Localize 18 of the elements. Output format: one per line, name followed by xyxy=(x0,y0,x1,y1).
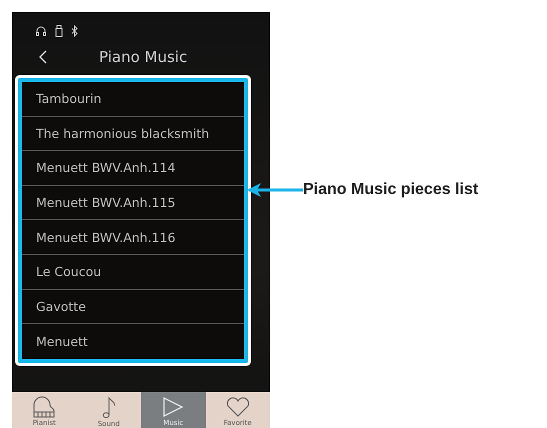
music-list-item[interactable]: Tambourin xyxy=(22,82,244,117)
play-icon xyxy=(162,396,184,418)
grand-piano-icon xyxy=(31,396,58,418)
bluetooth-icon xyxy=(71,25,78,37)
music-list-item[interactable]: The harmonious blacksmith xyxy=(22,116,244,152)
chevron-left-icon xyxy=(39,50,47,64)
headphones-icon xyxy=(35,25,47,37)
callout-label: Piano Music pieces list xyxy=(303,181,478,199)
music-list-item[interactable]: Menuett xyxy=(22,324,244,359)
screen-title: Piano Music xyxy=(99,48,188,66)
heart-icon xyxy=(224,396,251,418)
music-list-item[interactable]: Gavotte xyxy=(22,290,244,324)
music-list-item[interactable]: Menuett BWV.Anh.115 xyxy=(22,186,244,220)
music-list-item[interactable]: Menuett BWV.Anh.116 xyxy=(22,220,244,255)
usb-drive-icon xyxy=(55,25,63,37)
music-list-item[interactable]: Menuett BWV.Anh.114 xyxy=(22,151,244,186)
back-button[interactable] xyxy=(39,50,47,64)
music-list-item[interactable]: Le Coucou xyxy=(22,254,244,290)
